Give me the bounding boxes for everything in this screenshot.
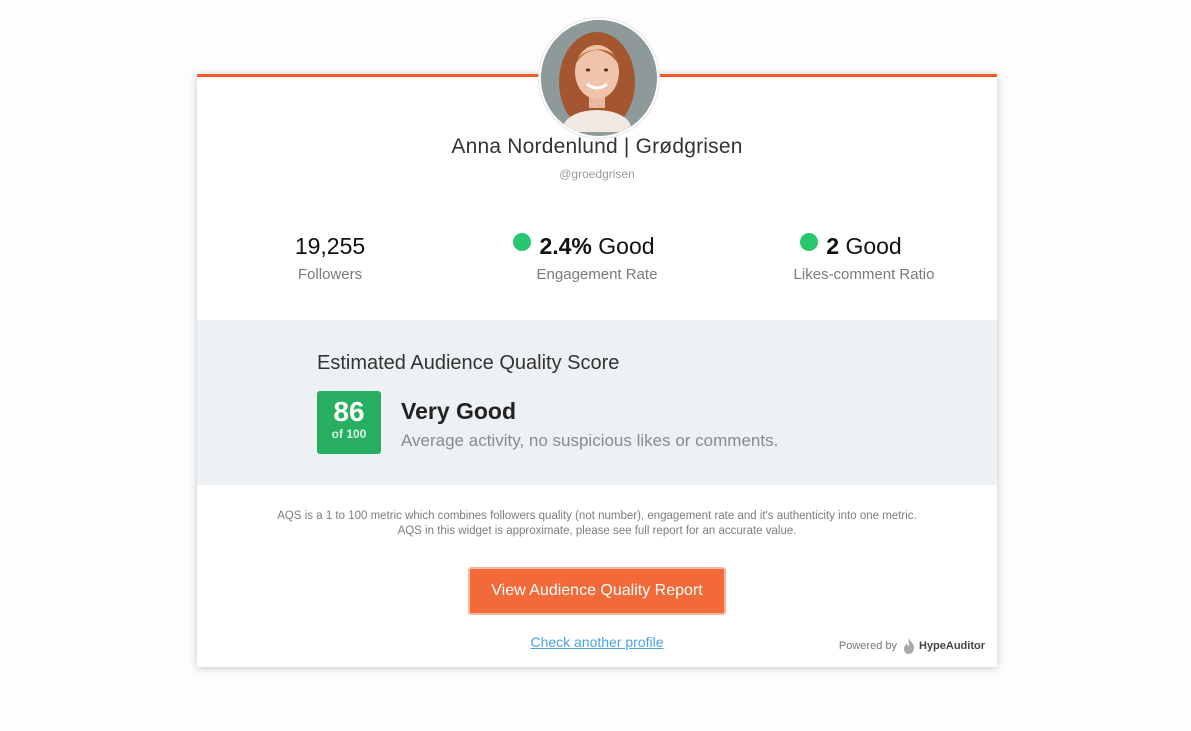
aqs-panel: Estimated Audience Quality Score 86 of 1… <box>197 320 997 485</box>
aqs-score-badge: 86 of 100 <box>317 391 381 454</box>
followers-value: 19,255 <box>294 233 366 259</box>
aqs-heading: Estimated Audience Quality Score <box>317 352 620 374</box>
view-report-button[interactable]: View Audience Quality Report <box>468 567 726 615</box>
likes-comment-stat: 2 Good Likes-comment Ratio <box>779 233 949 283</box>
engagement-rating: Good <box>598 233 655 259</box>
check-another-profile-link[interactable]: Check another profile <box>530 634 663 650</box>
profile-handle: @groedgrisen <box>559 167 635 181</box>
likes-comment-status-dot <box>800 233 819 251</box>
likes-comment-label: Likes-comment Ratio <box>793 266 935 283</box>
profile-card: Anna Nordenlund | Grødgrisen @groedgrise… <box>197 74 997 667</box>
powered-by: Powered by HypeAuditor <box>839 638 985 654</box>
engagement-stat: 2.4% Good Engagement Rate <box>513 233 677 283</box>
engagement-label: Engagement Rate <box>536 266 658 283</box>
followers-stat: 19,255 Followers <box>265 233 395 283</box>
aqs-note-line2: AQS in this widget is approximate, pleas… <box>397 525 797 537</box>
aqs-verdict: Very Good <box>401 398 517 424</box>
aqs-explanation: AQS is a 1 to 100 metric which combines … <box>197 509 997 539</box>
likes-comment-rating: Good <box>845 233 902 259</box>
engagement-value: 2.4% <box>539 233 592 259</box>
flame-icon <box>904 638 915 654</box>
profile-avatar <box>539 18 659 138</box>
engagement-status-dot <box>513 233 532 251</box>
powered-by-label: Powered by <box>838 640 897 652</box>
profile-name: Anna Nordenlund | Grødgrisen <box>451 135 743 158</box>
aqs-description: Average activity, no suspicious likes or… <box>401 431 779 450</box>
likes-comment-value: 2 <box>826 233 840 259</box>
aqs-score-value: 86 <box>333 396 365 427</box>
aqs-note-line1: AQS is a 1 to 100 metric which combines … <box>277 510 917 522</box>
aqs-score-max: of 100 <box>331 427 367 441</box>
hypeauditor-brand[interactable]: HypeAuditor <box>919 640 985 652</box>
followers-label: Followers <box>297 266 363 283</box>
